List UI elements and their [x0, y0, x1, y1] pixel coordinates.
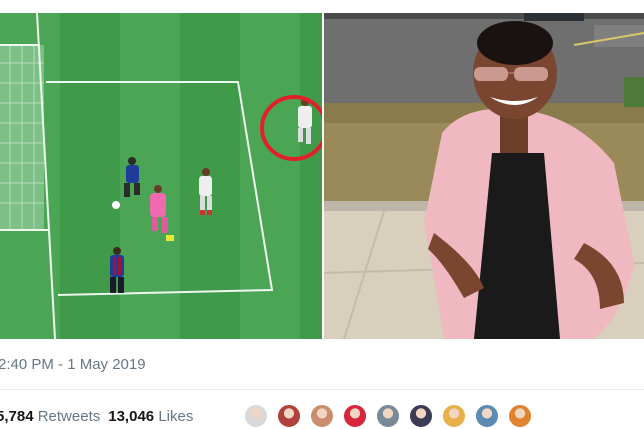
stats-divider: [0, 389, 644, 390]
tweet-timestamp[interactable]: 2:40 PM - 1 May 2019: [0, 356, 146, 373]
liker-avatar[interactable]: [276, 403, 302, 429]
retweets-label: Retweets: [37, 408, 101, 425]
woman-squinting-meme-photo[interactable]: [324, 13, 644, 339]
likes-label: Likes: [158, 408, 194, 425]
liker-avatar[interactable]: [474, 403, 500, 429]
liker-avatar[interactable]: [408, 403, 434, 429]
liker-avatar[interactable]: [507, 403, 533, 429]
likes-stat[interactable]: 13,046 Likes: [108, 408, 193, 425]
retweets-count: 5,784: [0, 408, 34, 425]
tweet-media[interactable]: [0, 13, 644, 339]
liker-avatar[interactable]: [342, 403, 368, 429]
pitch-illustration: [0, 13, 322, 339]
liker-avatar[interactable]: [375, 403, 401, 429]
meme-illustration: [324, 13, 644, 339]
liker-avatar[interactable]: [309, 403, 335, 429]
football-pitch-photo[interactable]: [0, 13, 322, 339]
likes-count: 13,046: [108, 408, 155, 425]
liker-avatar[interactable]: [441, 403, 467, 429]
liker-avatar[interactable]: [243, 403, 269, 429]
retweets-stat[interactable]: 5,784 Retweets: [0, 408, 100, 425]
tweet-stats: 5,784 Retweets 13,046 Likes: [0, 408, 193, 425]
